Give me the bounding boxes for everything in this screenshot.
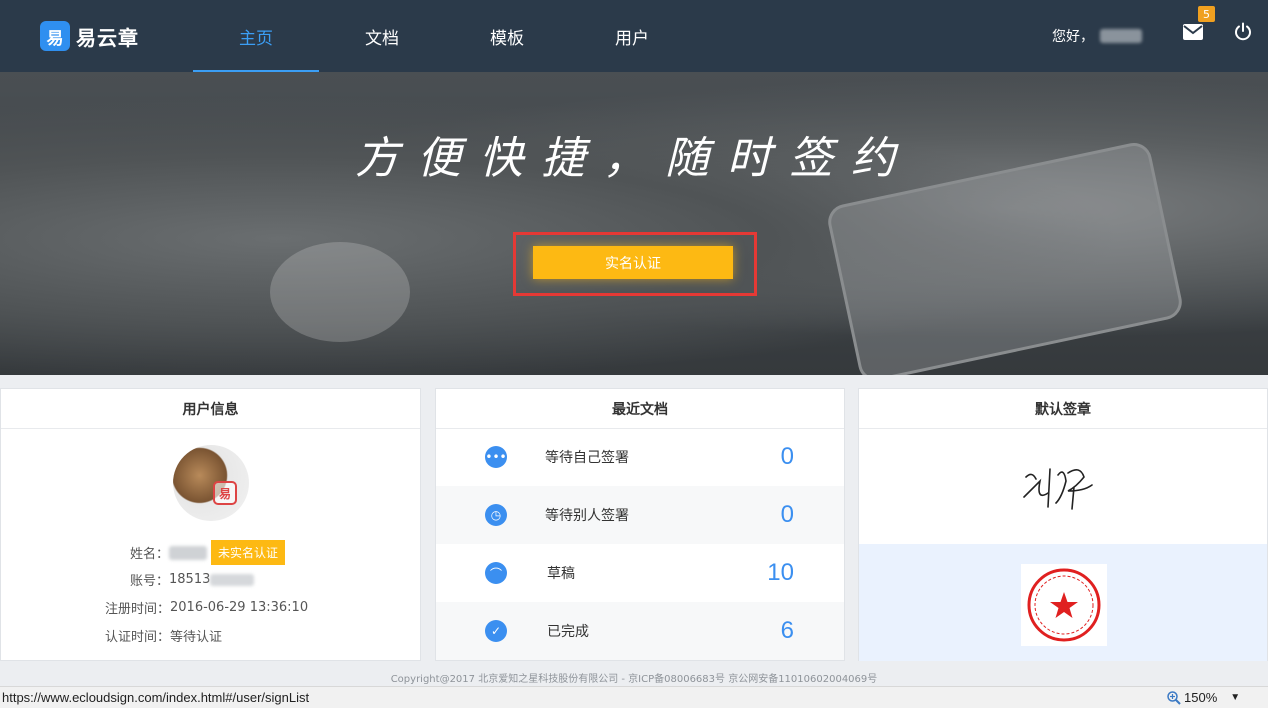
doc-row-completed[interactable]: ✓ 已完成 6 [436, 602, 844, 660]
blurred-name [169, 545, 208, 560]
alarm-clock-icon: ◷ [485, 504, 507, 526]
logo-icon: 易 [40, 21, 70, 51]
unverified-badge[interactable]: 未实名认证 [211, 540, 286, 565]
blurred-username [1100, 29, 1142, 43]
avatar-stamp-icon: 易 [213, 481, 237, 505]
avatar[interactable]: 易 [173, 445, 249, 521]
account-label: 账号： [130, 574, 170, 589]
real-name-verify-button[interactable]: 实名认证 [533, 246, 733, 279]
status-url: https://www.ecloudsign.com/index.html#/u… [2, 690, 310, 705]
doc-row-label: 已完成 [547, 624, 589, 640]
account-value: 18513 [169, 572, 211, 587]
company-seal-area[interactable] [859, 544, 1267, 661]
account-row: 账号： 18513 [130, 570, 255, 589]
nav-item-users[interactable]: 用户 [569, 0, 695, 72]
hero-banner: 方便快捷，随时签约 实名认证 [0, 72, 1268, 375]
register-value: 2016-06-29 13:36:10 [170, 600, 309, 615]
hero-cup-decoration [270, 242, 410, 342]
top-nav: 易 易云章 主页 文档 模板 用户 您好， 5 [0, 0, 1268, 72]
recent-docs-title: 最近文档 [436, 389, 844, 429]
mail-icon[interactable] [1183, 24, 1203, 40]
brand-logo[interactable]: 易 易云章 [40, 21, 139, 51]
power-icon[interactable] [1233, 22, 1253, 42]
company-seal [1021, 564, 1107, 646]
doc-row-await-others[interactable]: ◷ 等待别人签署 0 [436, 486, 844, 544]
doc-row-count: 0 [780, 443, 794, 470]
default-seal-title: 默认签章 [859, 389, 1267, 429]
red-seal-icon [1027, 568, 1101, 642]
doc-row-await-self[interactable]: ••• 等待自己签署 0 [436, 428, 844, 486]
signature-image [1023, 468, 1093, 510]
doc-row-label: 等待自己签署 [545, 450, 629, 466]
default-seal-card: 默认签章 [858, 388, 1268, 661]
mail-count-badge: 5 [1198, 6, 1215, 22]
zoom-control[interactable]: 150% ▼ [1167, 690, 1240, 705]
name-row: 姓名： 未实名认证 [130, 540, 286, 565]
doc-row-count: 6 [780, 617, 794, 644]
browser-status-bar: https://www.ecloudsign.com/index.html#/u… [0, 686, 1268, 708]
zoom-icon [1167, 690, 1181, 705]
doc-row-count: 0 [780, 501, 794, 528]
doc-row-drafts[interactable]: ⌒ 草稿 10 [436, 544, 844, 602]
user-greeting[interactable]: 您好， [1052, 26, 1142, 46]
register-label: 注册时间： [105, 602, 171, 617]
brand-name: 易云章 [76, 25, 139, 50]
chevron-down-icon[interactable]: ▼ [1230, 692, 1240, 703]
register-row: 注册时间： 2016-06-29 13:36:10 [105, 598, 308, 617]
copyright-text: Copyright@2017 北京爱知之星科技股份有限公司 - 京ICP备080… [390, 674, 878, 685]
nav-item-home[interactable]: 主页 [193, 0, 319, 72]
check-circle-icon: ✓ [485, 620, 507, 642]
draft-icon: ⌒ [485, 562, 507, 584]
user-info-title: 用户信息 [1, 389, 420, 429]
chat-bubble-icon: ••• [485, 446, 507, 468]
cert-value: 等待认证 [170, 630, 223, 645]
nav-item-documents[interactable]: 文档 [319, 0, 445, 72]
doc-row-count: 10 [767, 559, 794, 586]
doc-row-label: 草稿 [547, 566, 575, 582]
zoom-level: 150% [1184, 690, 1218, 705]
cert-label: 认证时间： [105, 630, 171, 645]
hero-slogan: 方便快捷，随时签约 [355, 133, 913, 184]
nav-item-templates[interactable]: 模板 [444, 0, 570, 72]
user-info-card: 用户信息 易 姓名： 未实名认证 账号： 18513 注册时间： 2016-06… [0, 388, 421, 661]
name-label: 姓名： [130, 547, 170, 562]
cert-row: 认证时间： 等待认证 [105, 626, 222, 645]
greeting-text: 您好， [1052, 29, 1094, 45]
blurred-account [210, 573, 255, 586]
recent-docs-card: 最近文档 ••• 等待自己签署 0 ◷ 等待别人签署 0 ⌒ 草稿 10 ✓ 已… [435, 388, 845, 661]
doc-row-label: 等待别人签署 [545, 508, 629, 524]
handwritten-signature[interactable] [859, 430, 1267, 544]
